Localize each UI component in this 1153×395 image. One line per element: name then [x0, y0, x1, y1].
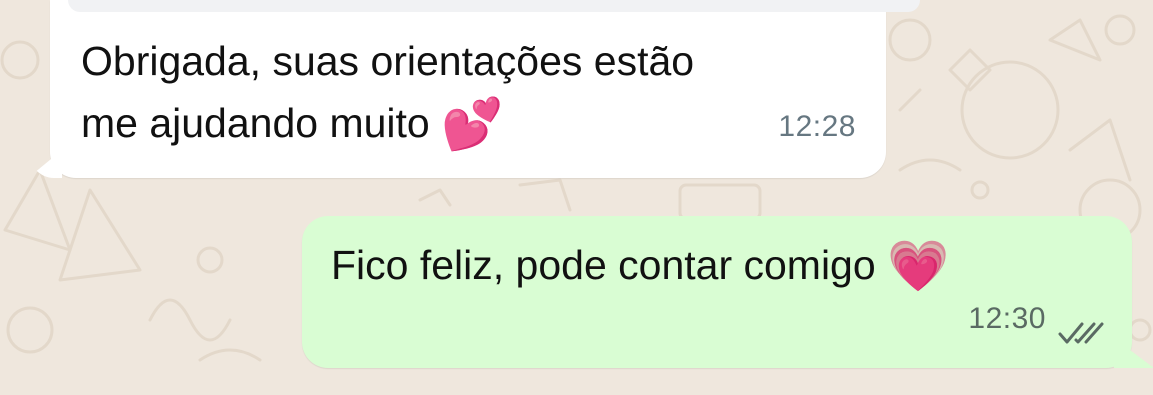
quoted-message-preview[interactable] — [68, 0, 920, 12]
double-check-icon — [1058, 322, 1104, 344]
message-timestamp: 12:30 — [968, 302, 1046, 335]
incoming-message-bubble[interactable]: Obrigada, suas orientações estão me ajud… — [28, 0, 920, 178]
message-text-line-2-words: me ajudando muito — [81, 100, 430, 146]
message-text-line-2: me ajudando muito 💕 — [81, 92, 856, 155]
message-text-line-1: Obrigada, suas orientações estão — [81, 38, 695, 84]
pink-heart-emoji-icon: 💗 — [887, 238, 950, 294]
message-text-words: Fico feliz, pode contar comigo — [331, 242, 876, 288]
outgoing-message-bubble[interactable]: Fico feliz, pode contar comigo 💗 12:30 — [302, 216, 1153, 368]
message-timestamp: 12:28 — [778, 110, 856, 143]
two-hearts-emoji-icon: 💕 — [441, 96, 504, 152]
